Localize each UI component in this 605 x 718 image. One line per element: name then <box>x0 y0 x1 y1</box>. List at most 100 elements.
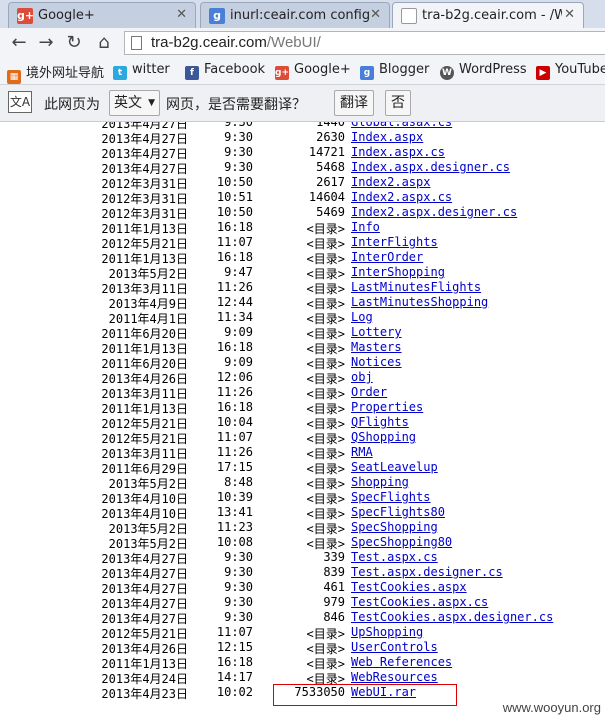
listing-size: 5468 <box>316 160 345 174</box>
listing-link[interactable]: Test.aspx.cs <box>351 550 438 564</box>
close-icon[interactable]: ✕ <box>564 7 575 22</box>
listing-link[interactable]: Properties <box>351 400 423 414</box>
listing-link[interactable]: Log <box>351 310 373 324</box>
listing-link[interactable]: Global.asax.cs <box>351 122 452 129</box>
home-icon[interactable]: ⌂ <box>93 32 115 54</box>
listing-link[interactable]: Index2.aspx.cs <box>351 190 452 204</box>
listing-link[interactable]: Lottery <box>351 325 402 339</box>
listing-link[interactable]: Index2.aspx.designer.cs <box>351 205 517 219</box>
listing-link[interactable]: QShopping <box>351 430 416 444</box>
listing-time: 10:39 <box>216 490 253 504</box>
listing-row: 2011年4月1日 11:34 <目录> Log <box>0 310 605 326</box>
listing-link[interactable]: obj <box>351 370 373 384</box>
listing-row: 2013年4月27日 9:30 14721 Index.aspx.cs <box>0 145 605 161</box>
listing-link[interactable]: Index.aspx.designer.cs <box>351 160 510 174</box>
listing-time: 9:30 <box>224 550 253 564</box>
translate-button[interactable]: 翻译 <box>334 90 374 116</box>
bookmark-item[interactable]: ▦ 境外网址导航 <box>7 62 105 84</box>
listing-link[interactable]: Shopping <box>351 475 409 489</box>
back-icon[interactable]: ← <box>8 32 30 54</box>
bookmark-label: WordPress <box>459 62 527 77</box>
listing-link[interactable]: Index2.aspx <box>351 175 430 189</box>
listing-row: 2011年1月13日 16:18 <目录> Web References <box>0 655 605 671</box>
listing-link[interactable]: Notices <box>351 355 402 369</box>
listing-link[interactable]: LastMinutesFlights <box>351 280 481 294</box>
listing-link[interactable]: SpecShopping <box>351 520 438 534</box>
close-icon[interactable]: ✕ <box>176 7 187 22</box>
listing-link[interactable]: SpecShopping80 <box>351 535 452 549</box>
bookmark-item[interactable]: g Blogger <box>360 62 429 80</box>
listing-time: 12:06 <box>216 370 253 384</box>
listing-link[interactable]: SpecFlights80 <box>351 505 445 519</box>
listing-link[interactable]: WebResources <box>351 670 438 684</box>
listing-link[interactable]: RMA <box>351 445 373 459</box>
listing-time: 8:48 <box>224 475 253 489</box>
bookmark-label: Blogger <box>379 62 430 77</box>
listing-link[interactable]: UpShopping <box>351 625 423 639</box>
listing-link[interactable]: SeatLeavelup <box>351 460 438 474</box>
chevron-down-icon: ▼ <box>148 98 155 108</box>
forward-icon[interactable]: → <box>35 32 57 54</box>
reload-icon[interactable]: ↻ <box>63 32 85 54</box>
listing-link[interactable]: TestCookies.aspx.cs <box>351 595 488 609</box>
close-icon[interactable]: ✕ <box>370 7 381 22</box>
no-translate-button[interactable]: 否 <box>385 90 411 116</box>
tab-current-page[interactable]: tra-b2g.ceair.com - /We ✕ <box>392 2 584 28</box>
tab-google-plus[interactable]: g+ Google+ ✕ <box>8 2 196 28</box>
tab-title: Google+ <box>38 8 95 23</box>
listing-link[interactable]: InterOrder <box>351 250 423 264</box>
listing-link[interactable]: LastMinutesShopping <box>351 295 488 309</box>
listing-time: 16:18 <box>216 655 253 669</box>
bookmark-item[interactable]: g+ Google+ <box>275 62 351 80</box>
listing-time: 11:07 <box>216 235 253 249</box>
listing-row: 2013年4月27日 9:30 1440 Global.asax.cs <box>0 122 605 131</box>
listing-link[interactable]: Order <box>351 385 387 399</box>
listing-row: 2013年4月27日 9:30 2630 Index.aspx <box>0 130 605 146</box>
page-icon <box>131 36 142 50</box>
listing-link[interactable]: TestCookies.aspx <box>351 580 467 594</box>
bookmark-item[interactable]: ▶ YouTube <box>536 62 605 80</box>
bookmark-item[interactable]: t witter <box>113 62 170 80</box>
bookmark-label: 境外网址导航 <box>26 66 105 81</box>
translate-icon: 文A <box>8 91 32 113</box>
bookmark-label: witter <box>132 62 170 77</box>
listing-row: 2011年1月13日 16:18 <目录> Masters <box>0 340 605 356</box>
translate-question: 网页，是否需要翻译？ <box>166 97 306 113</box>
bookmark-item[interactable]: f Facebook <box>185 62 265 80</box>
bookmark-item[interactable]: W WordPress <box>440 62 527 80</box>
listing-link[interactable]: InterShopping <box>351 265 445 279</box>
listing-link[interactable]: TestCookies.aspx.designer.cs <box>351 610 553 624</box>
bookmark-label: Google+ <box>294 62 351 77</box>
twitter-bird-icon: t <box>113 66 127 80</box>
listing-time: 9:30 <box>224 595 253 609</box>
bookmark-label: Facebook <box>204 62 266 77</box>
listing-link[interactable]: UserControls <box>351 640 438 654</box>
listing-time: 9:47 <box>224 265 253 279</box>
google-plus-icon: g+ <box>17 8 35 24</box>
listing-link[interactable]: QFlights <box>351 415 409 429</box>
address-bar[interactable]: tra-b2g.ceair.com/WebUI/ <box>124 31 605 55</box>
listing-row: 2012年3月31日 10:50 2617 Index2.aspx <box>0 175 605 191</box>
listing-link[interactable]: Test.aspx.designer.cs <box>351 565 503 579</box>
tab-google-search[interactable]: g inurl:ceair.com config - ✕ <box>200 2 390 28</box>
listing-row: 2012年3月31日 10:51 14604 Index2.aspx.cs <box>0 190 605 206</box>
listing-time: 13:41 <box>216 505 253 519</box>
listing-time: 11:34 <box>216 310 253 324</box>
listing-link[interactable]: SpecFlights <box>351 490 430 504</box>
listing-link[interactable]: InterFlights <box>351 235 438 249</box>
watermark: www.wooyun.org <box>502 700 601 715</box>
listing-row: 2013年3月11日 11:26 <目录> RMA <box>0 445 605 461</box>
tab-title: inurl:ceair.com config - <box>230 8 370 23</box>
listing-link[interactable]: Index.aspx.cs <box>351 145 445 159</box>
listing-row: 2013年4月9日 12:44 <目录> LastMinutesShopping <box>0 295 605 311</box>
listing-row: 2012年5月21日 10:04 <目录> QFlights <box>0 415 605 431</box>
listing-link[interactable]: Info <box>351 220 380 234</box>
listing-link[interactable]: Web References <box>351 655 452 669</box>
listing-link[interactable]: Masters <box>351 340 402 354</box>
listing-row: 2013年4月10日 13:41 <目录> SpecFlights80 <box>0 505 605 521</box>
language-select[interactable]: 英文 ▼ <box>109 90 160 116</box>
address-url[interactable]: tra-b2g.ceair.com/WebUI/ <box>151 34 321 51</box>
listing-link[interactable]: Index.aspx <box>351 130 423 144</box>
listing-time: 11:07 <box>216 625 253 639</box>
listing-size: 1440 <box>316 122 345 129</box>
